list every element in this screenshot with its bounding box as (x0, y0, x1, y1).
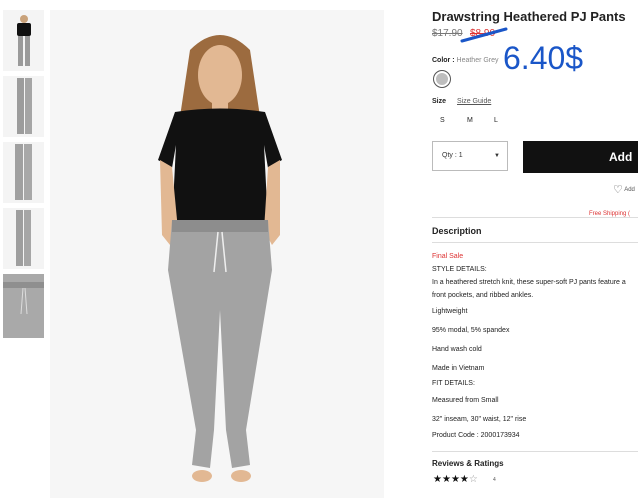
description-line: Lightweight (432, 308, 468, 315)
thumbnail-1[interactable] (3, 10, 44, 71)
color-label: Color : Heather Grey (432, 57, 499, 64)
product-title: Drawstring Heathered PJ Pants (432, 9, 626, 24)
waistband-detail-thumbnail-image (3, 274, 44, 338)
main-product-image[interactable] (50, 10, 384, 498)
wishlist-label: Add (624, 187, 635, 194)
model-photo (50, 10, 384, 498)
handwritten-price-annotation: 6.40$ (503, 40, 584, 76)
thumbnail-4[interactable] (3, 208, 44, 269)
star-empty-icon: ☆ (468, 474, 478, 485)
pants-side-thumbnail-image (3, 76, 44, 137)
divider (432, 451, 638, 452)
thumbnail-5[interactable] (3, 274, 44, 338)
add-to-bag-button[interactable]: Add (523, 141, 638, 173)
description-line: Made in Vietnam (432, 365, 485, 372)
final-sale-label: Final Sale (432, 253, 464, 260)
add-to-wishlist-link[interactable]: ♡ Add (613, 183, 635, 196)
size-option-m[interactable]: M (467, 117, 473, 124)
original-price: $17.90 (432, 28, 463, 39)
color-swatch-heather-grey[interactable] (433, 70, 451, 88)
description-line: 95% modal, 5% spandex (432, 327, 510, 334)
thumbnail-3[interactable] (3, 142, 44, 203)
thumbnail-2[interactable] (3, 76, 44, 137)
color-label-text: Color : (432, 57, 455, 64)
description-line: 32" inseam, 30" waist, 12" rise (432, 416, 527, 423)
pants-back-thumbnail-image (3, 208, 44, 269)
description-line: FIT DETAILS: (432, 380, 475, 387)
description-line: Measured from Small (432, 397, 499, 404)
description-line: STYLE DETAILS: (432, 266, 487, 273)
divider (432, 217, 638, 218)
size-option-s[interactable]: S (440, 117, 445, 124)
product-code: Product Code : 2000173934 (432, 432, 520, 439)
size-label: Size (432, 98, 447, 105)
quantity-select[interactable]: Qty : 1 ▼ (432, 141, 508, 171)
divider (432, 242, 638, 243)
star-icon: ★ (459, 474, 469, 485)
quantity-value: Qty : 1 (442, 152, 463, 159)
description-line: front pockets, and ribbed ankles. (432, 292, 534, 299)
handwritten-strike-mark (460, 27, 508, 43)
chevron-down-icon: ▼ (494, 153, 500, 159)
pants-front-thumbnail-image (3, 142, 44, 203)
star-icon: ★ (433, 474, 442, 485)
star-rating[interactable]: ★★★★☆ (433, 474, 478, 485)
heart-icon: ♡ (613, 184, 623, 196)
description-line: Hand wash cold (432, 346, 482, 353)
reviews-heading: Reviews & Ratings (432, 459, 504, 468)
description-line: In a heathered stretch knit, these super… (432, 279, 626, 286)
description-heading: Description (432, 226, 482, 236)
star-icon: ★ (441, 474, 451, 485)
model-front-thumbnail-image (3, 10, 44, 71)
color-value: Heather Grey (456, 57, 499, 64)
star-icon: ★ (450, 474, 460, 485)
review-count: 4 (493, 477, 496, 483)
size-guide-link[interactable]: Size Guide (457, 98, 491, 105)
size-option-l[interactable]: L (494, 117, 498, 124)
